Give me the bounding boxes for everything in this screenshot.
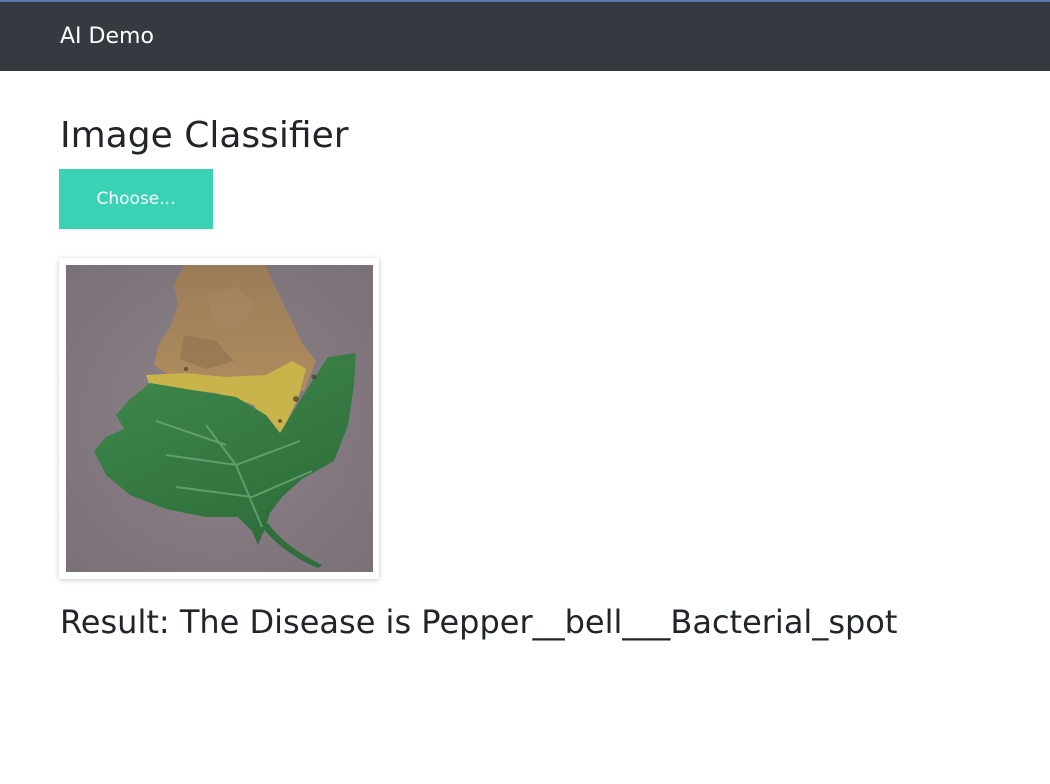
page-title: Image Classifier [60,115,349,156]
navbar: AI Demo [0,0,1050,71]
image-preview-frame [59,258,379,579]
result-text: Result: The Disease is Pepper__bell___Ba… [60,603,898,641]
navbar-brand[interactable]: AI Demo [60,22,154,52]
leaf-preview-image [66,265,373,572]
choose-file-button[interactable]: Choose... [59,169,213,229]
